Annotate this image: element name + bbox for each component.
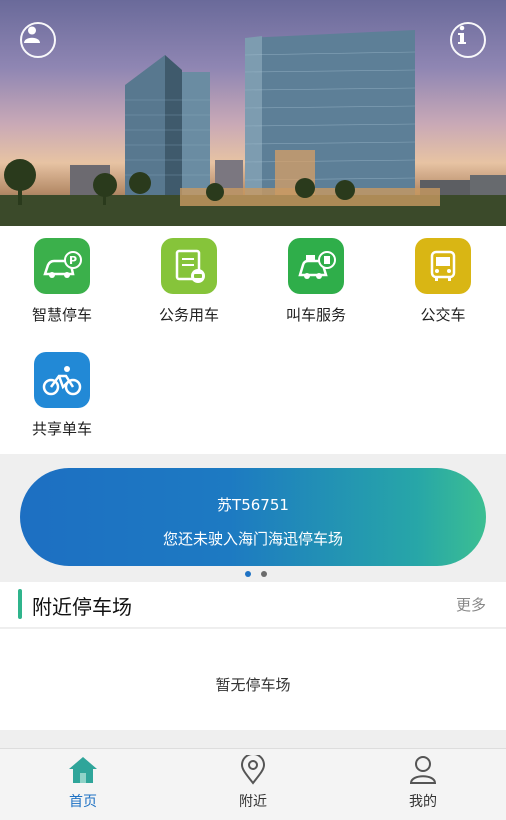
plate-number: 苏T56751: [217, 496, 289, 514]
user-icon: [409, 756, 437, 784]
hero-banner: [0, 0, 506, 226]
user-icon: [24, 26, 40, 43]
document-car-icon: [161, 238, 217, 294]
service-grid: P 智慧停车 公务用车 叫车服务 公交车 共享单车: [0, 226, 506, 454]
location-pin-icon: [240, 753, 266, 785]
nav-home[interactable]: 首页: [43, 755, 123, 811]
vehicle-status-card[interactable]: 苏T56751 您还未驶入海门海迅停车场: [20, 468, 486, 566]
info-icon: [458, 25, 466, 44]
info-button[interactable]: [450, 22, 486, 58]
nav-mine[interactable]: 我的: [383, 755, 463, 811]
vehicle-card-carousel: 苏T56751 您还未驶入海门海迅停车场: [0, 454, 506, 582]
taxi-icon: [288, 238, 344, 294]
car-parking-icon: P: [34, 238, 90, 294]
carousel-dot[interactable]: [261, 571, 267, 577]
bottom-navigation: 首页 附近 我的: [0, 748, 506, 820]
carousel-indicator: [245, 571, 267, 577]
section-accent-bar: [18, 589, 22, 619]
service-official-car[interactable]: 公务用车: [139, 238, 239, 325]
bicycle-icon: [34, 352, 90, 408]
service-smart-parking[interactable]: P 智慧停车: [12, 238, 112, 325]
service-shared-bike[interactable]: 共享单车: [12, 352, 112, 439]
nearby-parking-list: 暂无停车场: [0, 629, 506, 730]
nearby-parking-header: 附近停车场 更多: [0, 582, 506, 628]
city-skyline-image: [0, 30, 506, 226]
home-icon: [69, 757, 97, 783]
carousel-dot[interactable]: [245, 571, 251, 577]
svg-text:P: P: [69, 254, 77, 267]
profile-button[interactable]: [20, 22, 56, 58]
nav-nearby[interactable]: 附近: [213, 753, 293, 811]
service-bus[interactable]: 公交车: [393, 238, 493, 325]
empty-state-text: 暂无停车场: [215, 676, 291, 694]
service-ride-hailing[interactable]: 叫车服务: [266, 238, 366, 325]
bus-icon: [415, 238, 471, 294]
parking-status-message: 您还未驶入海门海迅停车场: [162, 530, 343, 548]
more-link[interactable]: 更多: [456, 594, 486, 615]
section-title: 附近停车场: [32, 595, 132, 619]
